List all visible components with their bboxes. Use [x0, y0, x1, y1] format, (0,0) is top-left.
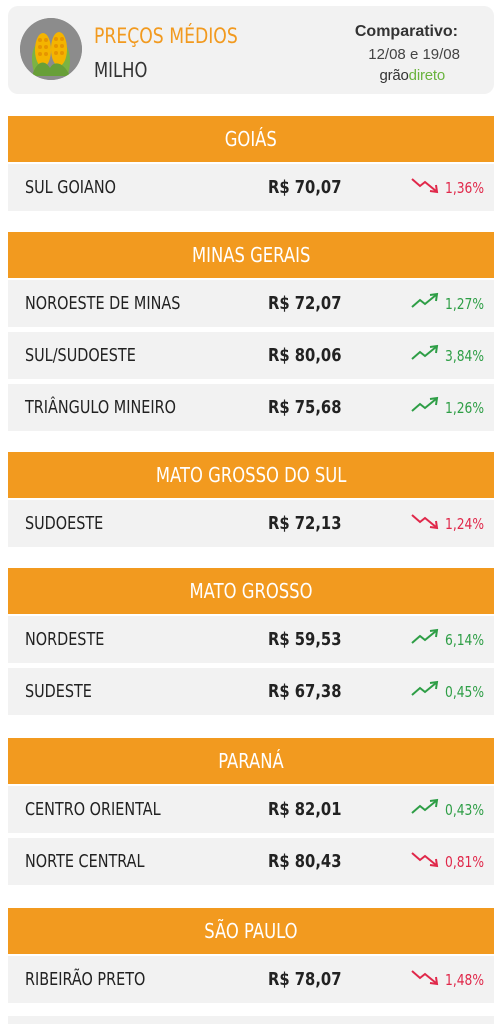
corn-icon: [20, 18, 82, 80]
price-row: SUL/SUDOESTE R$ 80,06 3,84%: [8, 332, 494, 379]
state-name: PARANÁ: [218, 749, 284, 773]
price-row: RIBEIRÃO PRETO R$ 78,07 1,48%: [8, 956, 494, 1003]
region-price: R$ 72,13: [268, 513, 342, 534]
price-change: 3,84%: [410, 332, 493, 379]
region-price: R$ 82,01: [268, 799, 342, 820]
state-header: PARANÁ: [8, 738, 494, 784]
price-change: 0,81%: [410, 838, 493, 885]
region-price: R$ 70,07: [268, 177, 342, 198]
region-price: R$ 75,68: [268, 397, 342, 418]
region-price: R$ 67,38: [268, 681, 342, 702]
region-name: CENTRO ORIENTAL: [25, 799, 161, 820]
region-price: R$ 78,07: [268, 969, 342, 990]
price-row: NORTE CENTRAL R$ 80,43 0,81%: [8, 838, 494, 885]
price-change: 6,14%: [410, 616, 493, 663]
trend-up-icon: [410, 680, 445, 703]
region-name: SUDESTE: [25, 681, 92, 702]
region-name: SUDOESTE: [25, 513, 104, 534]
price-change: 1,24%: [410, 500, 493, 547]
state-header: MATO GROSSO DO SUL: [8, 452, 494, 498]
region-name: SUL GOIANO: [25, 177, 116, 198]
change-percent: 1,36%: [445, 178, 485, 197]
price-row: NORDESTE R$ 59,53 6,14%: [8, 616, 494, 663]
trend-up-icon: [410, 396, 445, 419]
state-header: SÃO PAULO: [8, 908, 494, 954]
region-name: SUL/SUDOESTE: [25, 345, 136, 366]
price-row: TRIÂNGULO MINEIRO R$ 75,68 1,26%: [8, 384, 494, 431]
region-price: R$ 80,06: [268, 345, 342, 366]
comparison-dates: 12/08 e 19/08: [368, 46, 460, 63]
change-percent: 1,48%: [445, 970, 485, 989]
change-percent: 1,27%: [445, 294, 485, 313]
header-card: PREÇOS MÉDIOS MILHO Comparativo: 12/08 e…: [8, 6, 494, 94]
state-header: MINAS GERAIS: [8, 232, 494, 278]
change-percent: 1,24%: [445, 514, 485, 533]
state-name: MATO GROSSO: [189, 579, 313, 603]
trend-up-icon: [410, 798, 445, 821]
region-name: NOROESTE DE MINAS: [25, 293, 181, 314]
state-name: SÃO PAULO: [204, 919, 298, 943]
price-row: NOROESTE DE MINAS R$ 72,07 1,27%: [8, 280, 494, 327]
region-price: R$ 72,07: [268, 293, 342, 314]
brand-logo: grãodireto: [379, 67, 445, 84]
region-name: RIBEIRÃO PRETO: [25, 969, 146, 990]
state-header: GOIÁS: [8, 116, 494, 162]
region-name: TRIÂNGULO MINEIRO: [25, 397, 176, 418]
change-percent: 3,84%: [445, 346, 485, 365]
change-percent: 0,43%: [445, 800, 485, 819]
brand-part2: direto: [408, 67, 446, 84]
trend-up-icon: [410, 292, 445, 315]
state-name: MATO GROSSO DO SUL: [155, 463, 347, 487]
page-subtitle: MILHO: [94, 58, 148, 82]
trend-down-icon: [410, 176, 445, 199]
price-row: SUDOESTE R$ 72,13 1,24%: [8, 500, 494, 547]
list-item: [8, 1016, 494, 1024]
region-price: R$ 59,53: [268, 629, 342, 650]
change-percent: 6,14%: [445, 630, 485, 649]
state-name: GOIÁS: [224, 127, 278, 151]
price-change: 0,45%: [410, 668, 493, 715]
trend-down-icon: [410, 512, 445, 535]
state-header: MATO GROSSO: [8, 568, 494, 614]
price-change: 1,36%: [410, 164, 493, 211]
trend-down-icon: [410, 968, 445, 991]
change-percent: 0,81%: [445, 852, 485, 871]
price-change: 1,48%: [410, 956, 493, 1003]
price-change: 0,43%: [410, 786, 493, 833]
region-price: R$ 80,43: [268, 851, 342, 872]
region-name: NORTE CENTRAL: [25, 851, 145, 872]
page-title: PREÇOS MÉDIOS: [94, 24, 238, 48]
trend-up-icon: [410, 628, 445, 651]
trend-down-icon: [410, 850, 445, 873]
price-row: CENTRO ORIENTAL R$ 82,01 0,43%: [8, 786, 494, 833]
region-name: NORDESTE: [25, 629, 105, 650]
trend-up-icon: [410, 344, 445, 367]
comparison-label: Comparativo:: [354, 23, 458, 40]
price-row: SUDESTE R$ 67,38 0,45%: [8, 668, 494, 715]
state-name: MINAS GERAIS: [191, 243, 311, 267]
price-change: 1,27%: [410, 280, 493, 327]
change-percent: 1,26%: [445, 398, 485, 417]
brand-part1: grão: [379, 67, 409, 84]
price-change: 1,26%: [410, 384, 493, 431]
price-row: SUL GOIANO R$ 70,07 1,36%: [8, 164, 494, 211]
change-percent: 0,45%: [445, 682, 485, 701]
